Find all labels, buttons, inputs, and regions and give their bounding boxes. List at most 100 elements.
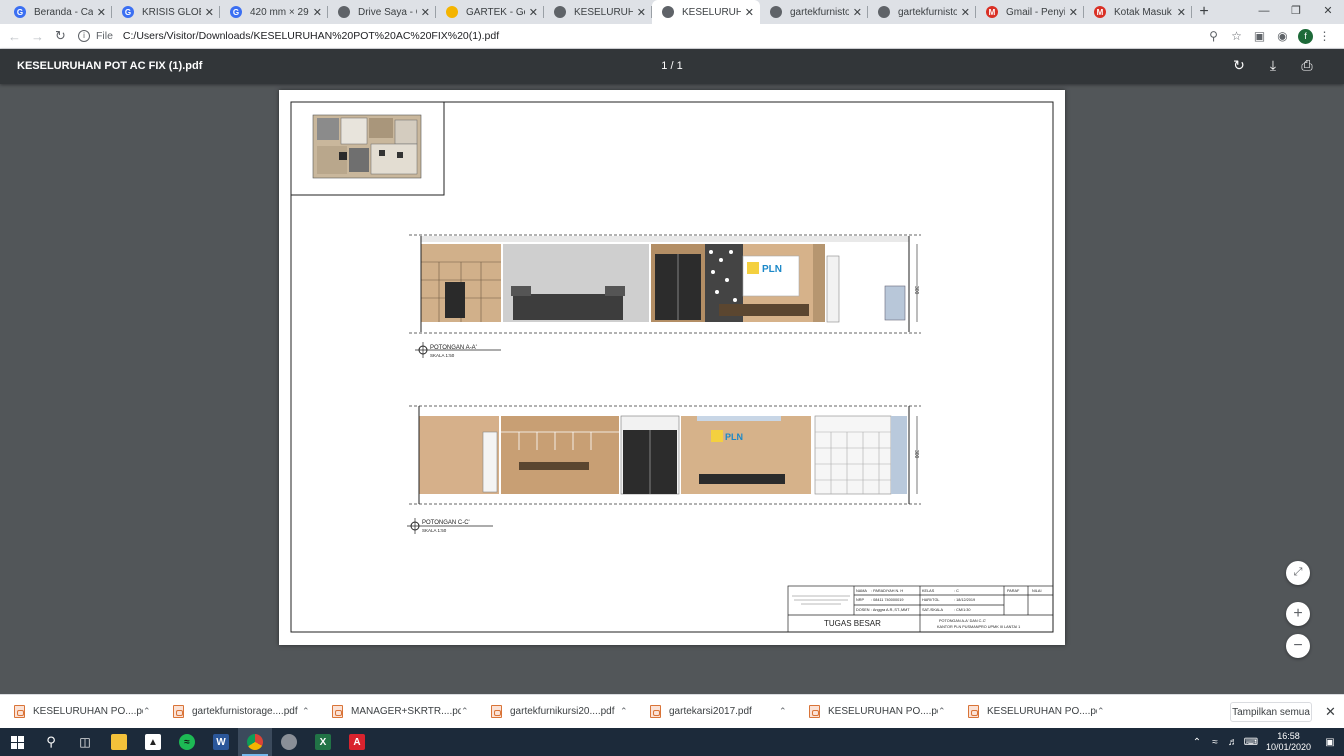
file-explorer-button[interactable] [102, 728, 136, 756]
keyboard-icon[interactable]: ⌨ [1243, 737, 1259, 748]
browser-tab[interactable]: gartekfurnistora ✕ [868, 0, 976, 24]
chevron-up-icon[interactable]: ⌃ [938, 706, 946, 717]
tab-close-icon[interactable]: ✕ [313, 6, 322, 19]
show-all-downloads-button[interactable]: Tampilkan semua [1230, 702, 1312, 722]
tab-title: Kotak Masuk (49 [1114, 6, 1173, 18]
tab-favicon-icon [338, 6, 350, 18]
info-icon[interactable]: i [78, 30, 90, 42]
download-item[interactable]: KESELURUHAN PO....pdf ⌃ [954, 695, 1113, 729]
chevron-up-icon[interactable]: ⌃ [779, 706, 787, 717]
browser-tab[interactable]: gartekfurnistora ✕ [760, 0, 868, 24]
chevron-up-icon[interactable]: ⌃ [1097, 706, 1105, 717]
tab-strip: G Beranda - Canva ✕ G KRISIS GLOBAL ✕ G 420 mm … [0, 0, 1344, 24]
task-view-button[interactable]: ◫ [68, 728, 102, 756]
dim-label-cc: 300 [913, 450, 919, 459]
browser-tab[interactable]: M Gmail - Penyimp ✕ [976, 0, 1084, 24]
close-window-button[interactable]: ✕ [1312, 0, 1344, 24]
tab-close-icon[interactable]: ✕ [97, 6, 106, 19]
download-filename: KESELURUHAN PO....pdf [828, 706, 938, 717]
tab-close-icon[interactable]: ✕ [1069, 6, 1078, 19]
browser-tab[interactable]: GARTEK - Googl ✕ [436, 0, 544, 24]
tab-close-icon[interactable]: ✕ [637, 6, 646, 19]
download-icon[interactable]: ⤓ [1256, 57, 1290, 74]
browser-tab[interactable]: G KRISIS GLOBAL ✕ [112, 0, 220, 24]
tb-nrp-value: : 08411 740000019 [871, 598, 903, 602]
volume-icon[interactable]: ♬ [1225, 737, 1241, 748]
start-button[interactable] [0, 728, 34, 756]
fit-to-page-button[interactable]: ⤢ [1286, 561, 1310, 585]
profile-avatar[interactable]: f [1298, 28, 1313, 44]
tab-close-icon[interactable]: ✕ [853, 6, 862, 19]
zoom-in-button[interactable]: + [1286, 602, 1310, 626]
spotify-button[interactable]: ≈ [170, 728, 204, 756]
tab-favicon-icon [662, 6, 674, 18]
task-view-icon: ◫ [79, 735, 91, 749]
tb-nama-label: NAMA [856, 589, 867, 593]
tab-close-icon[interactable]: ✕ [745, 6, 754, 19]
download-item[interactable]: MANAGER+SKRTR....pdf ⌃ [318, 695, 477, 729]
tb-dosen-label: DOSEN [856, 608, 870, 612]
notification-icon[interactable]: ▣ [1322, 737, 1338, 748]
zoom-icon[interactable]: ⚲ [1202, 29, 1225, 43]
acrobat-icon: A [349, 734, 365, 750]
download-item[interactable]: gartekarsi2017.pdf ⌃ [636, 695, 795, 729]
chrome-button[interactable] [238, 728, 272, 756]
new-tab-button[interactable]: + [1192, 0, 1216, 24]
download-item[interactable]: KESELURUHAN PO....pdf ⌃ [795, 695, 954, 729]
chevron-up-icon[interactable]: ⌃ [620, 706, 628, 717]
browser-tab[interactable]: KESELURUHAN P ✕ [544, 0, 652, 24]
tab-close-icon[interactable]: ✕ [205, 6, 214, 19]
chevron-up-icon[interactable]: ⌃ [302, 706, 310, 717]
section-aa-scale: SKALA 1:50 [430, 353, 455, 358]
cast-icon[interactable]: ▣ [1248, 29, 1271, 43]
url-text[interactable]: C:/Users/Visitor/Downloads/KESELURUHAN%2… [123, 30, 499, 42]
tab-title: Gmail - Penyimp [1006, 6, 1065, 18]
section-cc-elevation: PLN 300 [409, 405, 921, 505]
download-item[interactable]: KESELURUHAN PO....pdf ⌃ [0, 695, 159, 729]
minimize-button[interactable]: — [1248, 0, 1280, 24]
tab-close-icon[interactable]: ✕ [1177, 6, 1186, 19]
browser-tab[interactable]: G 420 mm × 297 m ✕ [220, 0, 328, 24]
tb-sat-label: SAT./SKALA [922, 608, 943, 612]
browser-tab[interactable]: KESELURUHAN P ✕ [652, 0, 760, 24]
clock[interactable]: 16:58 10/01/2020 [1266, 731, 1311, 753]
rotate-icon[interactable]: ↻ [1222, 57, 1256, 74]
pdf-file-icon [809, 705, 820, 718]
tab-close-icon[interactable]: ✕ [529, 6, 538, 19]
browser-tab[interactable]: Drive Saya - Goo ✕ [328, 0, 436, 24]
excel-button[interactable]: X [306, 728, 340, 756]
chevron-up-icon[interactable]: ⌃ [461, 706, 469, 717]
tb-tugas: TUGAS BESAR [824, 619, 881, 628]
forward-button[interactable]: → [26, 29, 49, 44]
restore-button[interactable]: ❐ [1280, 0, 1312, 24]
word-button[interactable]: W [204, 728, 238, 756]
close-shelf-icon[interactable]: ✕ [1325, 704, 1336, 720]
tb-sat-value: : CM/1:30 [954, 608, 970, 612]
download-item[interactable]: gartekfurnistorage....pdf ⌃ [159, 695, 318, 729]
tb-desc2: KANTOR PLN PUSMANPRO UPMK III LANTAI 1 [937, 625, 1020, 629]
search-button[interactable]: ⚲ [34, 728, 68, 756]
reload-button[interactable]: ↻ [49, 28, 72, 44]
menu-icon[interactable]: ⋮ [1313, 29, 1336, 43]
bookmark-star-icon[interactable]: ☆ [1225, 29, 1248, 43]
download-item[interactable]: gartekfurnikursi20....pdf ⌃ [477, 695, 636, 729]
zoom-out-button[interactable]: − [1286, 634, 1310, 658]
app-button-4[interactable] [272, 728, 306, 756]
tab-close-icon[interactable]: ✕ [961, 6, 970, 19]
photos-button[interactable]: ▲ [136, 728, 170, 756]
tab-close-icon[interactable]: ✕ [421, 6, 430, 19]
tray-chevron-icon[interactable]: ⌃ [1189, 737, 1205, 748]
extension-icon[interactable]: ◉ [1271, 29, 1294, 43]
tb-desc1: POTONGAN A-A' DAN C-C' [939, 619, 986, 623]
browser-tab[interactable]: G Beranda - Canva ✕ [4, 0, 112, 24]
address-bar[interactable]: i File C:/Users/Visitor/Downloads/KESELU… [78, 26, 1202, 47]
browser-tab[interactable]: M Kotak Masuk (49 ✕ [1084, 0, 1192, 24]
network-icon[interactable]: ≈ [1207, 737, 1223, 748]
tb-kelas-value: : C [954, 589, 959, 593]
print-icon[interactable]: ⎙ [1290, 57, 1324, 74]
section-aa-title: POTONGAN A-A' [430, 345, 477, 351]
acrobat-button[interactable]: A [340, 728, 374, 756]
back-button[interactable]: ← [3, 29, 26, 44]
chevron-up-icon[interactable]: ⌃ [143, 706, 151, 717]
tab-title: KESELURUHAN P [574, 6, 633, 18]
